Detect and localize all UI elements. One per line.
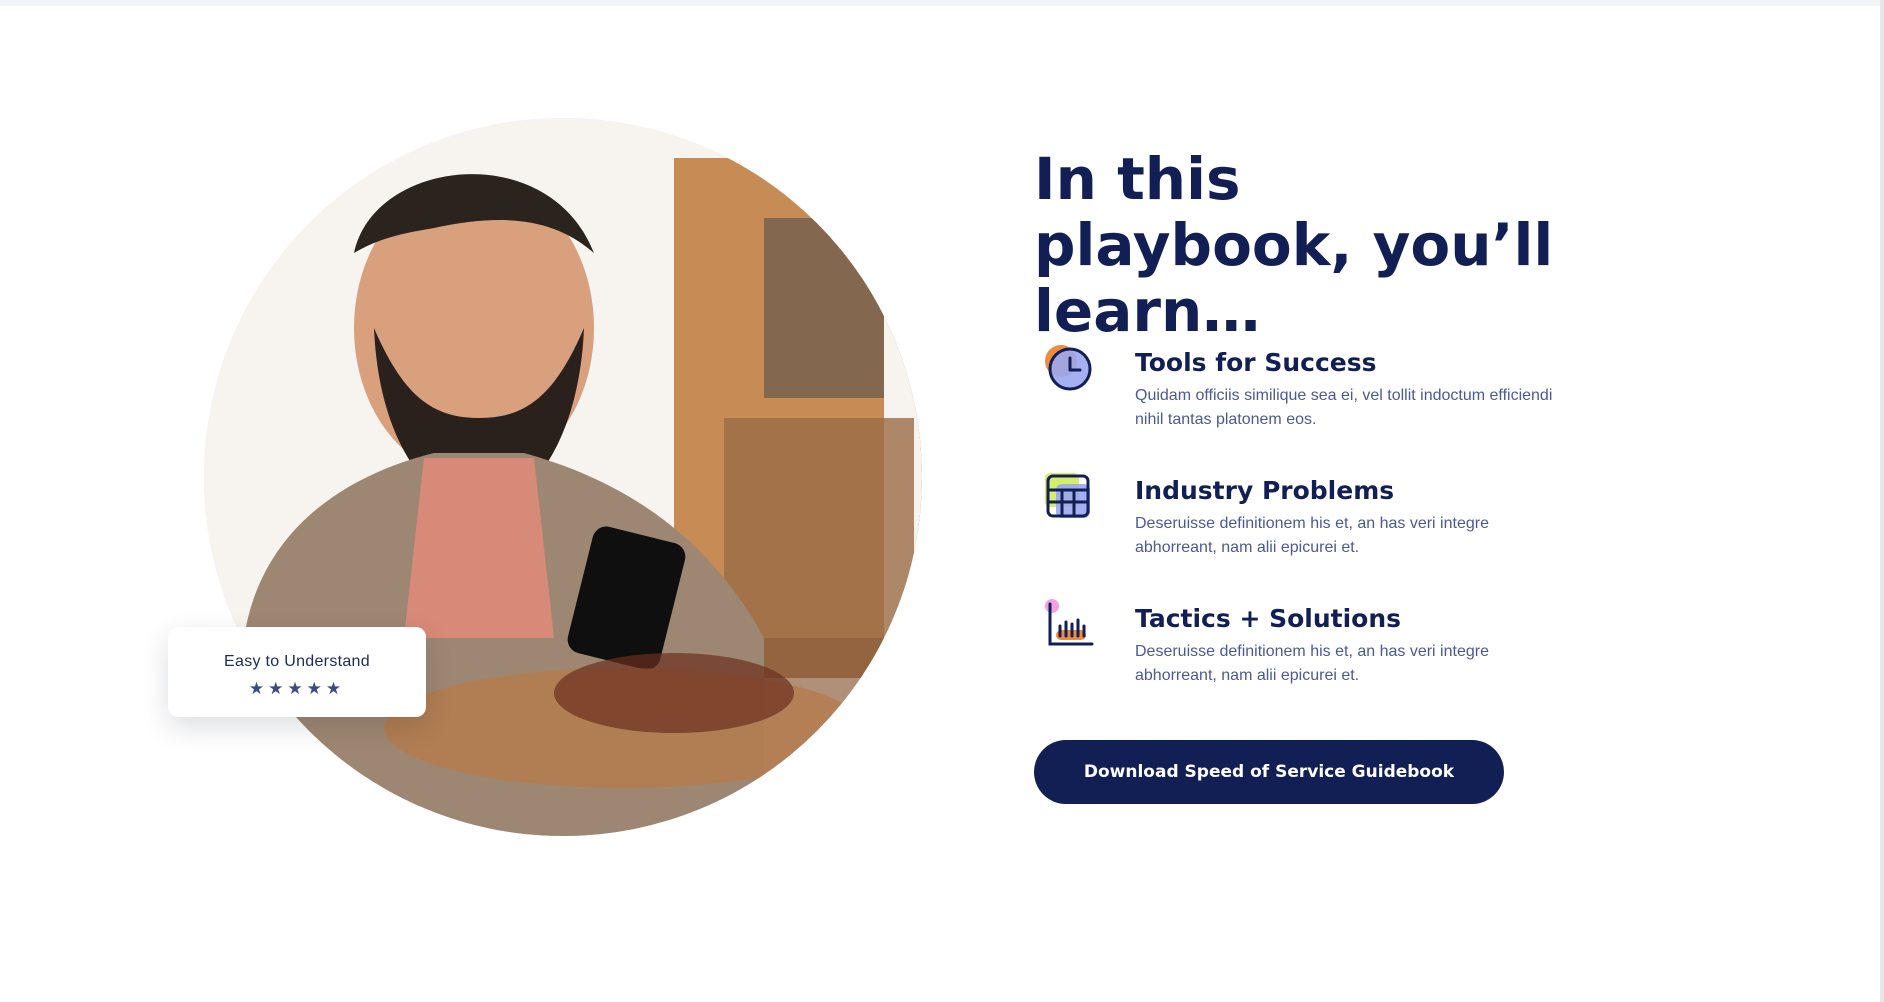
feature-description: Quidam officiis similique sea ei, vel to… — [1135, 387, 1553, 428]
hero-illustration — [204, 118, 922, 836]
rating-badge: Easy to Understand ★★★★★ — [168, 627, 426, 717]
bar-chart-icon — [1040, 596, 1096, 652]
feature-item: Tools for Success Quidam officiis simili… — [1040, 340, 1560, 468]
download-guidebook-button[interactable]: Download Speed of Service Guidebook — [1034, 740, 1504, 804]
clock-icon — [1040, 340, 1096, 396]
badge-label: Easy to Understand — [224, 653, 370, 670]
feature-description: Deseruisse definitionem his et, an has v… — [1135, 515, 1489, 556]
top-strip — [0, 0, 1884, 6]
feature-title: Tactics + Solutions — [1135, 604, 1402, 633]
right-edge — [1880, 0, 1884, 1002]
feature-title: Tools for Success — [1135, 348, 1377, 377]
feature-description: Deseruisse definitionem his et, an has v… — [1135, 643, 1489, 684]
hero-photo — [204, 118, 922, 836]
feature-item: Tactics + Solutions Deseruisse definitio… — [1040, 596, 1560, 724]
star-rating: ★★★★★ — [248, 679, 346, 698]
feature-item: Industry Problems Deseruisse definitione… — [1040, 468, 1560, 596]
feature-title: Industry Problems — [1135, 476, 1395, 505]
grid-table-icon — [1040, 468, 1096, 524]
section-headline: In this playbook, you’ll learn… — [1034, 145, 1554, 345]
features-list: Tools for Success Quidam officiis simili… — [1040, 340, 1560, 724]
